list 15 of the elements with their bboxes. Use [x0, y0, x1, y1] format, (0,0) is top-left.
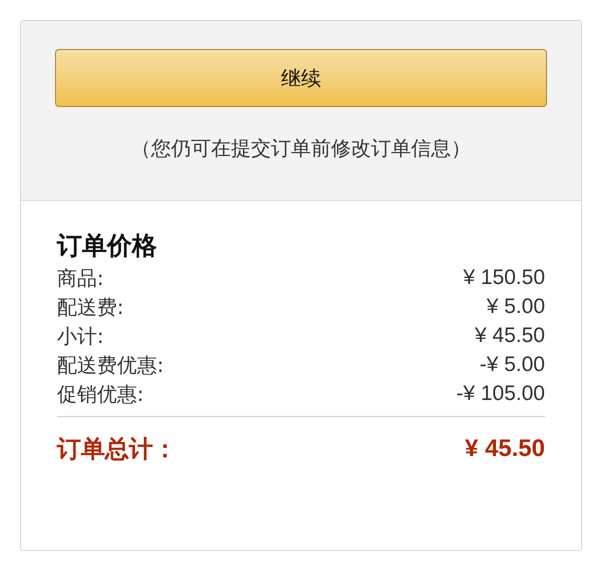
- continue-button[interactable]: 继续: [55, 49, 547, 107]
- row-label: 商品:: [57, 264, 104, 292]
- row-amount: ¥ 150.50: [463, 264, 545, 291]
- total-amount: ¥ 45.50: [464, 434, 545, 464]
- row-amount: -¥ 5.00: [480, 352, 545, 378]
- row-amount: -¥ 105.00: [456, 380, 545, 407]
- row-label: 促销优惠:: [57, 380, 144, 408]
- row-amount: ¥ 5.00: [486, 294, 545, 320]
- note-text: （您仍可在提交订单前修改订单信息）: [131, 135, 471, 162]
- total-label: 订单总计：: [57, 434, 177, 465]
- row-label: 配送费:: [57, 294, 124, 320]
- summary-title: 订单价格: [57, 230, 158, 262]
- row-label: 配送费优惠:: [57, 352, 164, 378]
- row-label: 小计:: [57, 322, 104, 350]
- row-amount: ¥ 45.50: [474, 322, 545, 349]
